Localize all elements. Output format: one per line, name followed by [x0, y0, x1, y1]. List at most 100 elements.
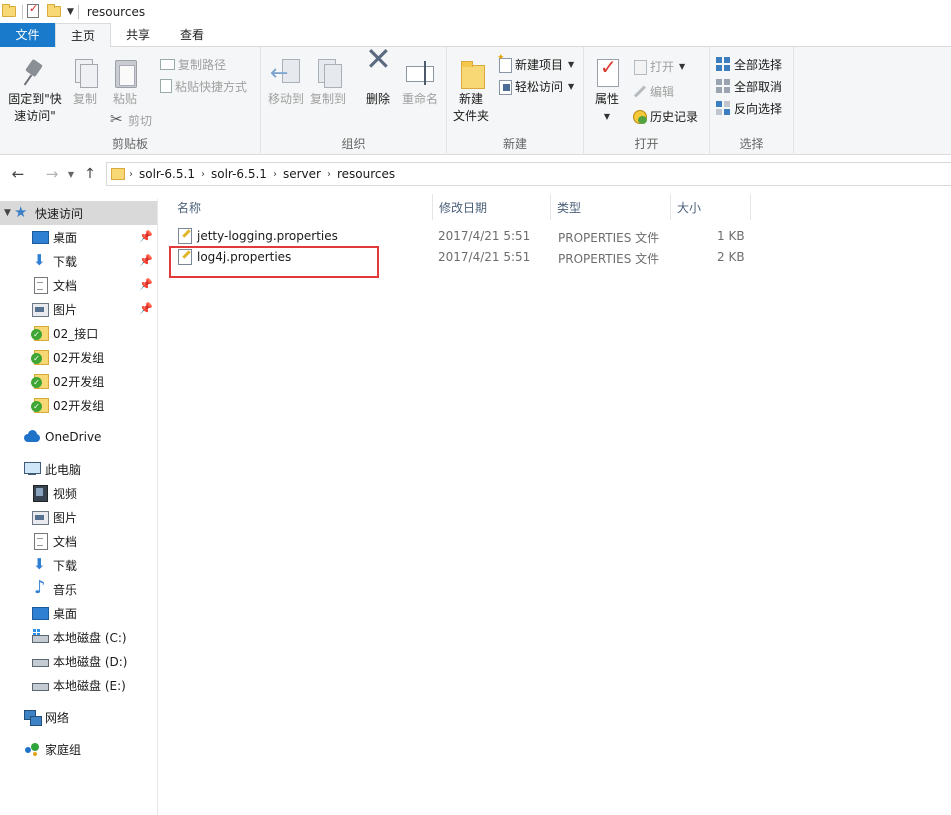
properties-icon[interactable] [27, 2, 43, 20]
pin-icon[interactable]: 📌 [139, 230, 153, 243]
new-folder-label-line1: 新建 [458, 92, 483, 106]
sidebar-item-desktop[interactable]: 桌面 📌 [0, 225, 157, 249]
chevron-right-icon[interactable]: › [129, 169, 133, 180]
file-row[interactable]: jetty-logging.properties 2017/4/21 5:51 … [171, 226, 771, 247]
new-group-label: 新建 [502, 137, 527, 151]
customize-toolbar-icon[interactable]: ▼ [67, 7, 74, 17]
sidebar-item-folder[interactable]: 02开发组 [0, 369, 157, 393]
select-none-button[interactable]: 全部取消 [716, 76, 782, 96]
document-icon [32, 277, 48, 294]
video-icon [32, 485, 48, 502]
copy-path-label: 复制路径 [178, 57, 227, 72]
sidebar-item-documents[interactable]: 文档 [0, 529, 157, 553]
sidebar-item-folder[interactable]: 02开发组 [0, 393, 157, 417]
sync-folder-icon [31, 397, 49, 413]
pin-icon[interactable]: 📌 [139, 254, 153, 267]
forward-button[interactable]: → [40, 162, 64, 186]
sidebar-item-homegroup[interactable]: 家庭组 [0, 737, 157, 761]
sidebar-item-quick-access[interactable]: ▼ 快速访问 [0, 201, 157, 225]
paste-icon [109, 57, 141, 89]
sidebar-item-music[interactable]: 音乐 [0, 577, 157, 601]
sidebar-item-pictures[interactable]: 图片 [0, 505, 157, 529]
properties-file-icon [177, 227, 192, 244]
recent-locations-button[interactable]: ▼ [64, 170, 78, 179]
properties-button[interactable]: 属性 ▼ [590, 57, 624, 125]
sidebar-item-label: 网络 [45, 710, 70, 725]
new-folder-icon[interactable] [47, 3, 63, 20]
chevron-right-icon[interactable]: › [201, 169, 205, 180]
back-button[interactable]: ← [6, 162, 30, 186]
copy-label: 复制 [72, 92, 97, 106]
quick-access-toolbar: ▼ [0, 0, 79, 23]
tab-file[interactable]: 文件 [0, 23, 55, 47]
select-all-button[interactable]: 全部选择 [716, 54, 782, 74]
sidebar-item-folder[interactable]: 02_接口 [0, 321, 157, 345]
drive-c-icon [32, 629, 49, 645]
breadcrumb-item[interactable]: resources [337, 167, 395, 181]
copy-path-button[interactable]: 复制路径 [160, 54, 226, 74]
sidebar-item-this-pc[interactable]: 此电脑 [0, 457, 157, 481]
sidebar-item-label: 本地磁盘 (C:) [53, 630, 127, 645]
tab-view[interactable]: 查看 [165, 23, 219, 47]
sidebar-item-downloads[interactable]: 下载 📌 [0, 249, 157, 273]
sidebar-item-drive-d[interactable]: 本地磁盘 (D:) [0, 649, 157, 673]
history-button[interactable]: 历史记录 [632, 106, 698, 126]
column-header-name[interactable]: 名称 [171, 194, 433, 220]
up-button[interactable]: ↑ [78, 162, 102, 186]
pin-icon[interactable]: 📌 [139, 278, 153, 291]
invert-selection-button[interactable]: 反向选择 [716, 98, 782, 118]
properties-icon [591, 57, 623, 89]
easy-access-button[interactable]: 轻松访问 ▼ [497, 76, 574, 96]
new-item-button[interactable]: 新建项目 ▼ [497, 53, 574, 74]
paste-button[interactable]: 粘贴 [108, 57, 142, 108]
sidebar-item-videos[interactable]: 视频 [0, 481, 157, 505]
new-item-icon [497, 53, 512, 73]
address-bar[interactable]: › solr-6.5.1 › solr-6.5.1 › server › res… [106, 162, 951, 186]
breadcrumb-item[interactable]: server [283, 167, 321, 181]
copy-to-button[interactable]: 复制到 [308, 57, 348, 108]
sidebar-item-drive-e[interactable]: 本地磁盘 (E:) [0, 673, 157, 697]
sidebar-item-downloads[interactable]: 下载 [0, 553, 157, 577]
move-to-button[interactable]: 移动到 [266, 57, 306, 108]
pin-quick-access-button[interactable]: 固定到"快 速访问" [4, 57, 66, 125]
column-header-size[interactable]: 大小 [671, 194, 751, 220]
cut-button[interactable]: 剪切 [110, 110, 152, 130]
open-button[interactable]: 打开 ▼ [632, 56, 685, 76]
edit-button[interactable]: 编辑 [632, 81, 674, 101]
sidebar-item-pictures[interactable]: 图片 📌 [0, 297, 157, 321]
tab-share[interactable]: 共享 [111, 23, 165, 47]
breadcrumb-item[interactable]: solr-6.5.1 [211, 167, 267, 181]
breadcrumb-item[interactable]: solr-6.5.1 [139, 167, 195, 181]
expand-arrow-icon[interactable]: ▼ [4, 208, 14, 218]
open-label: 打开 [650, 59, 675, 74]
sidebar-item-folder[interactable]: 02开发组 [0, 345, 157, 369]
sidebar-item-drive-c[interactable]: 本地磁盘 (C:) [0, 625, 157, 649]
navigation-pane: ▼ 快速访问 桌面 📌 下载 📌 文档 📌 图片 📌 02_接口 02开发组 0… [0, 199, 158, 815]
sidebar-item-desktop[interactable]: 桌面 [0, 601, 157, 625]
edit-icon [632, 84, 647, 99]
easy-access-icon [497, 79, 512, 95]
sidebar-item-label: 音乐 [53, 582, 78, 597]
rename-button[interactable]: 重命名 [399, 57, 441, 108]
file-size: 1 KB [717, 229, 745, 243]
history-label: 历史记录 [650, 109, 699, 124]
delete-button[interactable]: 删除 [361, 51, 395, 108]
file-name-cell: jetty-logging.properties [177, 227, 338, 244]
copy-button[interactable]: 复制 [68, 57, 102, 108]
sidebar-item-documents[interactable]: 文档 📌 [0, 273, 157, 297]
sidebar-item-label: 桌面 [53, 606, 78, 621]
sidebar-item-onedrive[interactable]: OneDrive [0, 425, 157, 449]
clipboard-group: 固定到"快 速访问" 复制 粘贴 复制路径 粘贴快捷方式 剪切 剪贴板 [0, 47, 261, 155]
paste-shortcut-button[interactable]: 粘贴快捷方式 [160, 76, 247, 96]
chevron-right-icon[interactable]: › [327, 169, 331, 180]
pin-icon[interactable]: 📌 [139, 302, 153, 315]
column-header-type[interactable]: 类型 [551, 194, 671, 220]
sidebar-item-network[interactable]: 网络 [0, 705, 157, 729]
pin-icon [19, 57, 51, 89]
column-header-modified[interactable]: 修改日期 [433, 194, 551, 220]
file-size: 2 KB [717, 250, 745, 264]
desktop-icon [32, 605, 49, 621]
new-folder-button[interactable]: 新建 文件夹 [451, 57, 491, 125]
chevron-right-icon[interactable]: › [273, 169, 277, 180]
tab-home[interactable]: 主页 [55, 23, 112, 48]
